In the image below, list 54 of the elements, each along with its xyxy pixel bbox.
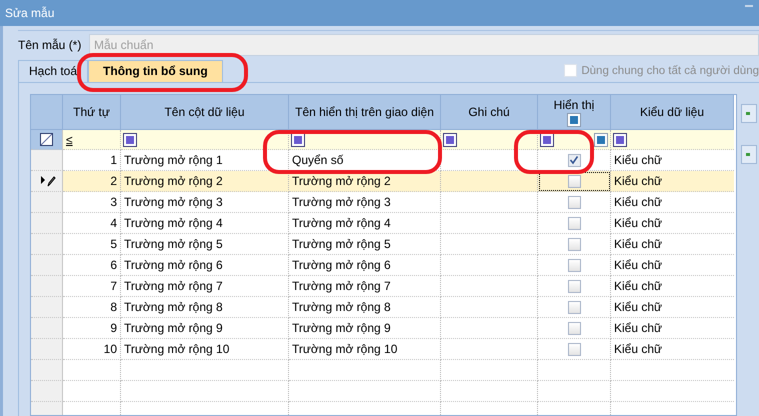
table-row[interactable]: 4 Trường mở rộng 4 Trường mở rộng 4 Kiểu chữ	[31, 213, 736, 234]
table-row[interactable]: 3 Trường mở rộng 3 Trường mở rộng 3 Kiểu chữ	[31, 192, 736, 213]
checkbox[interactable]	[568, 280, 580, 292]
checkbox[interactable]	[568, 342, 580, 356]
row-header	[31, 339, 63, 360]
checkbox[interactable]	[568, 238, 580, 250]
tab[interactable]: Hạch toá	[18, 60, 88, 82]
table-cell: Trường mở rộng 10	[121, 339, 289, 360]
table-row[interactable]: 10 Trường mở rộng 10 Trường mở rộng 10 Kiểu chữ	[31, 339, 736, 360]
table-cell: Kiểu chữ	[611, 171, 734, 192]
table-row[interactable]: 6 Trường mở rộng 6 Trường mở rộng 6 Kiểu chữ	[31, 255, 736, 276]
checkbox-icon[interactable]	[568, 114, 580, 126]
checkbox[interactable]	[568, 322, 580, 334]
row-header	[31, 318, 63, 339]
table-cell	[63, 360, 121, 381]
checkbox-icon[interactable]	[595, 134, 607, 146]
column-header[interactable]: Kiểu dữ liệu	[611, 95, 734, 130]
table-row[interactable]: 5 Trường mở rộng 5 Trường mở rộng 5 Kiểu chữ	[31, 234, 736, 255]
table-row[interactable]: 9 Trường mở rộng 9 Trường mở rộng 9 Kiểu chữ	[31, 318, 736, 339]
table-cell: Trường mở rộng 10	[289, 339, 441, 360]
row-header	[31, 360, 63, 381]
table-row[interactable]: 7 Trường mở rộng 7 Trường mở rộng 7 Kiểu chữ	[31, 276, 736, 297]
window-title: Sửa mẫu	[5, 6, 54, 20]
column-header[interactable]: Thứ tự	[63, 95, 121, 130]
row-header	[31, 297, 63, 318]
table-cell: 2	[63, 171, 121, 192]
column-header[interactable]: Tên hiển thị trên giao diện	[289, 95, 441, 130]
checkbox[interactable]	[568, 154, 580, 166]
table-row[interactable]: 8 Trường mở rộng 8 Trường mở rộng 8 Kiểu chữ	[31, 297, 736, 318]
column-header[interactable]: Hiển thị	[538, 95, 611, 130]
row-header	[31, 255, 63, 276]
table-cell: 10	[63, 339, 121, 360]
checkbox-label: Dùng chung cho tất cả người dùng	[581, 64, 759, 76]
table-row[interactable]: 1 Trường mở rộng 1 Quyển số Kiểu chữ	[31, 150, 736, 171]
table-row[interactable]: 2 Trường mở rộng 2 Trường mở rộng 2 Kiểu chữ	[31, 171, 736, 192]
checkbox[interactable]	[568, 258, 580, 272]
table-cell: Kiểu chữ	[611, 339, 734, 360]
column-header[interactable]: Ghi chú	[441, 95, 538, 130]
checkbox[interactable]	[568, 196, 580, 208]
filter-operator[interactable]: ≤	[66, 132, 73, 146]
checkbox[interactable]	[568, 216, 580, 230]
checkbox[interactable]	[568, 174, 580, 188]
edit-row-icon	[40, 175, 56, 187]
column-header[interactable]: Tên cột dữ liệu	[121, 95, 289, 130]
row-header	[31, 192, 63, 213]
table-cell: Trường mở rộng 2	[121, 171, 289, 192]
row-header	[31, 276, 63, 297]
row-header	[31, 234, 63, 255]
table-cell	[63, 381, 121, 402]
checkbox[interactable]	[568, 300, 580, 314]
row-header	[31, 213, 63, 234]
field-label: Tên mẫu (*)	[18, 38, 82, 52]
filter-icon[interactable]	[40, 133, 53, 146]
tab[interactable]: Thông tin bổ sung	[88, 60, 223, 82]
